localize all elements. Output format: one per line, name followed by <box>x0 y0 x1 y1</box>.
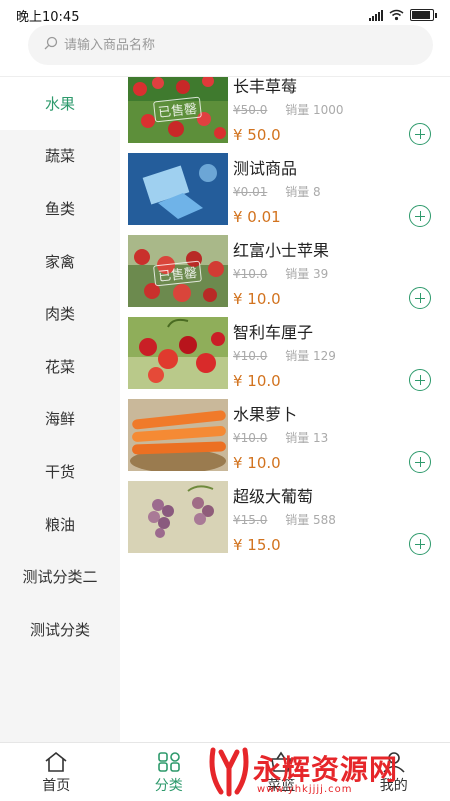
battery-icon <box>410 9 434 21</box>
add-to-cart-icon[interactable] <box>409 369 431 391</box>
product-image[interactable]: 已售罄 <box>128 235 228 307</box>
product-card[interactable]: 已售罄 红富小士苹果 ¥10.0 销量 39 ¥ 10.0 <box>128 235 450 317</box>
sidebar-item-fruit[interactable]: 水果 <box>0 77 120 130</box>
sales-count: 销量 588 <box>285 513 336 527</box>
product-image[interactable]: 已售罄 <box>128 77 228 143</box>
original-price: ¥10.0 <box>233 431 267 445</box>
original-price: ¥10.0 <box>233 267 267 281</box>
status-time: 晚上10:45 <box>16 6 79 25</box>
tab-label: 分类 <box>155 775 183 795</box>
search-input[interactable] <box>62 37 433 54</box>
product-price: ¥ 15.0 <box>233 536 281 554</box>
add-to-cart-icon[interactable] <box>409 533 431 555</box>
product-price: ¥ 10.0 <box>233 372 281 390</box>
product-image[interactable] <box>128 399 228 471</box>
category-icon <box>156 751 182 773</box>
product-card[interactable]: 超级大葡萄 ¥15.0 销量 588 ¥ 15.0 <box>128 481 450 563</box>
sales-count: 销量 129 <box>285 349 336 363</box>
tab-label: 首页 <box>42 775 70 795</box>
search-bar[interactable] <box>28 25 433 65</box>
product-list: 已售罄 长丰草莓 ¥50.0 销量 1000 ¥ 50.0 测试商品 ¥0.01… <box>128 77 450 742</box>
original-price: ¥10.0 <box>233 349 267 363</box>
product-name: 智利车厘子 <box>233 319 313 343</box>
wifi-icon <box>389 9 404 21</box>
watermark-text: 永辉资源网 <box>253 748 398 788</box>
product-price: ¥ 10.0 <box>233 454 281 472</box>
home-icon <box>43 751 69 773</box>
product-name: 测试商品 <box>233 155 297 179</box>
original-price: ¥50.0 <box>233 103 267 117</box>
category-sidebar: 水果 蔬菜 鱼类 家禽 肉类 花菜 海鲜 干货 粮油 测试分类二 测试分类 <box>0 77 120 742</box>
watermark-url: www.yhkjjjj.com <box>257 784 353 795</box>
product-meta: ¥50.0 销量 1000 <box>233 101 344 118</box>
product-image[interactable] <box>128 481 228 553</box>
sales-count: 销量 13 <box>285 431 328 445</box>
product-name: 超级大葡萄 <box>233 483 313 507</box>
product-card[interactable]: 智利车厘子 ¥10.0 销量 129 ¥ 10.0 <box>128 317 450 399</box>
add-to-cart-icon[interactable] <box>409 205 431 227</box>
product-name: 红富小士苹果 <box>233 237 329 261</box>
add-to-cart-icon[interactable] <box>409 287 431 309</box>
sidebar-item-test-category-2[interactable]: 测试分类二 <box>0 550 120 603</box>
product-card[interactable]: 测试商品 ¥0.01 销量 8 ¥ 0.01 <box>128 153 450 235</box>
product-price: ¥ 50.0 <box>233 126 281 144</box>
sidebar-item-vegetables[interactable]: 蔬菜 <box>0 130 120 183</box>
sidebar-item-test-category[interactable]: 测试分类 <box>0 603 120 656</box>
product-card[interactable]: 水果萝卜 ¥10.0 销量 13 ¥ 10.0 <box>128 399 450 481</box>
tab-home[interactable]: 首页 <box>0 743 113 801</box>
original-price: ¥0.01 <box>233 185 267 199</box>
sales-count: 销量 39 <box>285 267 328 281</box>
sales-count: 销量 1000 <box>285 103 343 117</box>
product-meta: ¥10.0 销量 129 <box>233 347 336 364</box>
product-meta: ¥10.0 销量 13 <box>233 429 328 446</box>
product-image[interactable] <box>128 317 228 389</box>
sidebar-item-dry-goods[interactable]: 干货 <box>0 445 120 498</box>
product-name: 长丰草莓 <box>233 77 297 97</box>
original-price: ¥15.0 <box>233 513 267 527</box>
product-price: ¥ 0.01 <box>233 208 281 226</box>
search-icon <box>44 36 58 50</box>
sidebar-item-meat[interactable]: 肉类 <box>0 287 120 340</box>
product-meta: ¥10.0 销量 39 <box>233 265 328 282</box>
product-price: ¥ 10.0 <box>233 290 281 308</box>
product-meta: ¥0.01 销量 8 <box>233 183 321 200</box>
sidebar-item-seafood[interactable]: 海鲜 <box>0 393 120 446</box>
product-card[interactable]: 已售罄 长丰草莓 ¥50.0 销量 1000 ¥ 50.0 <box>128 77 450 153</box>
product-meta: ¥15.0 销量 588 <box>233 511 336 528</box>
watermark: 永辉资源网 www.yhkjjjj.com <box>205 742 445 800</box>
sidebar-item-poultry[interactable]: 家禽 <box>0 235 120 288</box>
add-to-cart-icon[interactable] <box>409 123 431 145</box>
signal-icon <box>369 10 383 21</box>
sidebar-item-fish[interactable]: 鱼类 <box>0 182 120 235</box>
product-image[interactable] <box>128 153 228 225</box>
sidebar-item-grain-oil[interactable]: 粮油 <box>0 498 120 551</box>
add-to-cart-icon[interactable] <box>409 451 431 473</box>
watermark-logo-icon <box>207 744 251 798</box>
status-icons <box>369 9 434 21</box>
product-name: 水果萝卜 <box>233 401 297 425</box>
sidebar-item-cauliflower[interactable]: 花菜 <box>0 340 120 393</box>
sales-count: 销量 8 <box>285 185 320 199</box>
